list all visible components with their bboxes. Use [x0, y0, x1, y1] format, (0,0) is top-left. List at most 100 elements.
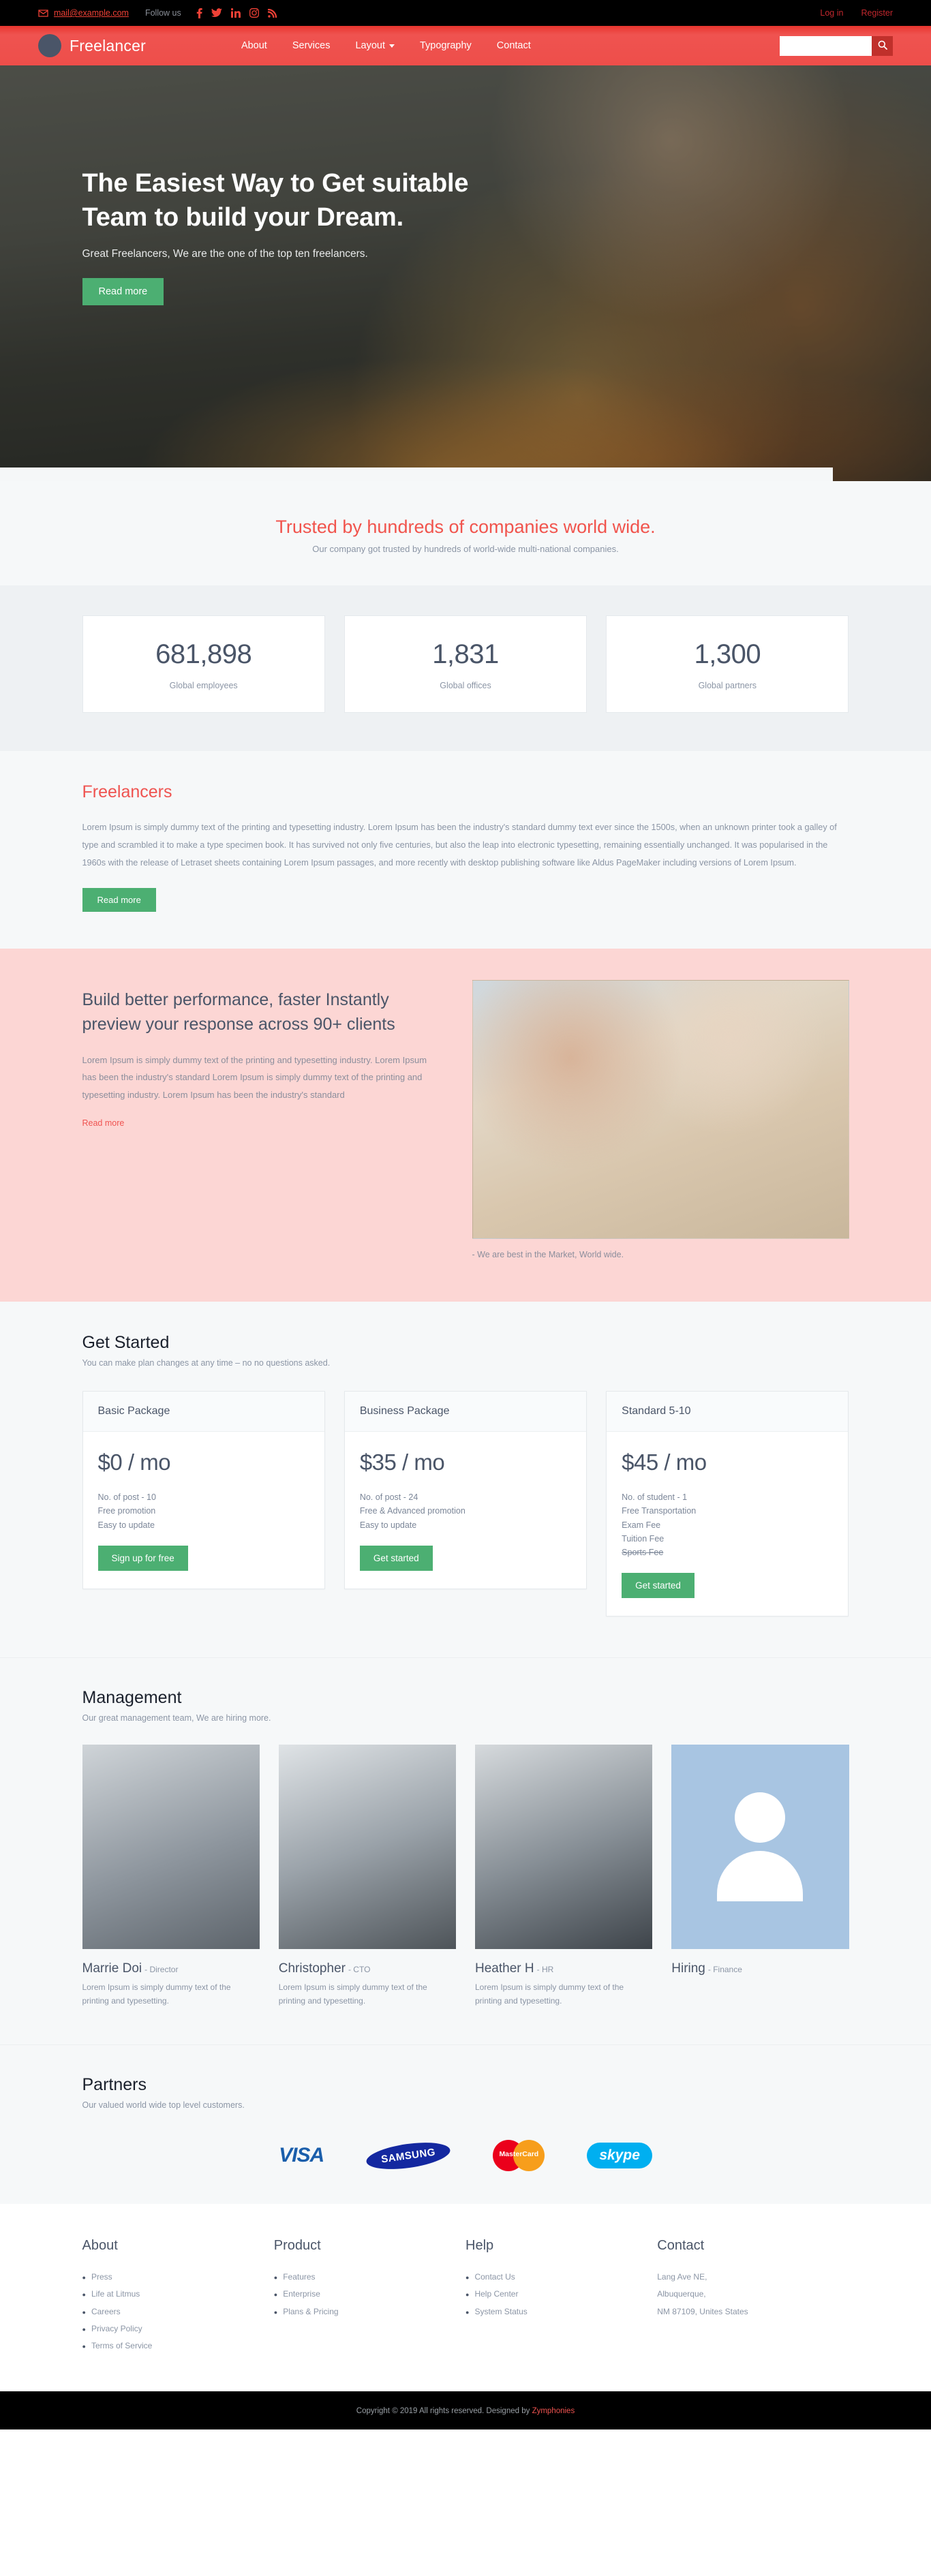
trusted-subtitle: Our company got trusted by hundreds of w…	[312, 544, 619, 554]
search-button[interactable]	[872, 35, 893, 56]
footer-list-item[interactable]: ● System Status	[466, 2303, 657, 2320]
hero-title: The Easiest Way to Get suitable Team to …	[82, 169, 469, 232]
person-icon	[715, 1792, 805, 1902]
address-line: Albuquerque,	[657, 2289, 706, 2299]
footer-list-item[interactable]: ● Enterprise	[274, 2286, 466, 2303]
email-link[interactable]: mail@example.com	[54, 8, 129, 18]
instagram-icon[interactable]	[249, 8, 259, 18]
login-link[interactable]: Log in	[820, 8, 843, 18]
plan-features: No. of student - 1 Free Transportation E…	[622, 1490, 833, 1559]
pricing-card-business: Business Package $35 / mo No. of post - …	[344, 1391, 587, 1589]
team-member-name: Christopher	[278, 1961, 346, 1976]
samsung-logo: SAMSUNG	[365, 2138, 453, 2174]
nav-item-contact[interactable]: Contact	[497, 40, 531, 51]
footer-link[interactable]: Features	[283, 2269, 315, 2286]
footer-link[interactable]: Life at Litmus	[91, 2286, 140, 2303]
plan-feature: Free & Advanced promotion	[359, 1506, 466, 1516]
designer-link[interactable]: Zymphonies	[532, 2407, 575, 2415]
footer-list-item[interactable]: ● Plans & Pricing	[274, 2303, 466, 2320]
footer-list-item[interactable]: ● Features	[274, 2269, 466, 2286]
team-member-desc: Lorem Ipsum is simply dummy text of the …	[475, 1982, 624, 2006]
footer-list-item[interactable]: ● Terms of Service	[82, 2337, 274, 2355]
team-member: Marrie Doi - Director Lorem Ipsum is simp…	[82, 1745, 260, 2008]
plan-feature: Tuition Fee	[622, 1533, 665, 1544]
footer-link[interactable]: Enterprise	[283, 2286, 320, 2303]
nav-item-services[interactable]: Services	[292, 40, 331, 51]
footer-link[interactable]: Plans & Pricing	[283, 2303, 338, 2320]
team-member-photo	[475, 1745, 653, 1950]
plan-name: Business Package	[344, 1392, 587, 1432]
performance-read-more-link[interactable]: Read more	[82, 1118, 125, 1128]
bullet-icon: ●	[82, 2325, 86, 2333]
search-icon	[878, 40, 887, 52]
footer-link[interactable]: Contact Us	[474, 2269, 515, 2286]
footer-list-item[interactable]: ● Life at Litmus	[82, 2286, 274, 2303]
address-line: NM 87109, Unites States	[657, 2306, 748, 2316]
nav-label: Contact	[496, 40, 531, 51]
linkedin-icon[interactable]	[230, 8, 241, 18]
footer-link[interactable]: Careers	[91, 2303, 121, 2320]
plan-feature: Easy to update	[97, 1520, 155, 1530]
search-input[interactable]	[780, 35, 872, 56]
footer-list-item[interactable]: ● Careers	[82, 2303, 274, 2320]
footer-column-title: Product	[273, 2238, 321, 2254]
footer-link[interactable]: Terms of Service	[91, 2337, 152, 2355]
pricing-subtitle: You can make plan changes at any time – …	[82, 1358, 331, 1368]
footer-column-about: About ● Press ● Life at Litmus ● Careers ● P…	[82, 2238, 274, 2355]
team-member-role: - Finance	[707, 1965, 742, 1975]
stat-card: 681,898 Global employees	[82, 615, 325, 713]
team-member-name: Hiring	[671, 1961, 705, 1976]
team-member-name: Marrie Doi	[82, 1961, 142, 1976]
twitter-icon[interactable]	[211, 8, 222, 18]
search-form	[780, 35, 893, 56]
stat-card: 1,831 Global offices	[344, 615, 587, 713]
plan-cta-button[interactable]: Get started	[359, 1545, 433, 1571]
nav-item-about[interactable]: About	[241, 40, 267, 51]
footer-list-item[interactable]: ● Help Center	[466, 2286, 657, 2303]
footer-column-title: About	[82, 2238, 118, 2254]
plan-features: No. of post - 24 Free & Advanced promoti…	[360, 1490, 571, 1532]
plan-name: Standard 5-10	[607, 1392, 849, 1432]
nav-item-layout[interactable]: Layout	[355, 40, 395, 51]
footer-list-item[interactable]: ● Privacy Policy	[82, 2320, 274, 2337]
rss-icon[interactable]	[267, 8, 277, 18]
hero-read-more-button[interactable]: Read more	[82, 278, 164, 306]
stat-value: 1,831	[432, 639, 499, 669]
management-section: Management Our great management team, We…	[0, 1657, 931, 2045]
pricing-title: Get Started	[82, 1333, 170, 1353]
performance-title: Build better performance, faster Instant…	[82, 990, 395, 1034]
plan-feature: No. of post - 24	[359, 1492, 418, 1503]
footer-link[interactable]: Privacy Policy	[91, 2320, 142, 2337]
facebook-icon[interactable]	[196, 7, 202, 18]
plan-cta-button[interactable]: Get started	[622, 1573, 695, 1599]
plan-feature: Free Transportation	[622, 1506, 697, 1516]
team-member: Christopher - CTO Lorem Ipsum is simply d…	[278, 1745, 456, 2008]
plan-price: $0 / mo	[97, 1450, 171, 1475]
pricing-section: Get Started You can make plan changes at…	[0, 1302, 931, 1658]
top-utility-bar: mail@example.com Follow us Log in Regist…	[0, 0, 931, 26]
plan-feature: Easy to update	[359, 1520, 417, 1530]
footer-list-item[interactable]: ● Press	[82, 2269, 274, 2286]
footer-column-product: Product ● Features ● Enterprise ● Plans & P…	[274, 2238, 466, 2355]
footer-column-title: Help	[466, 2238, 494, 2254]
nav-item-typography[interactable]: Typography	[420, 40, 472, 51]
management-subtitle: Our great management team, We are hiring…	[82, 1713, 271, 1723]
hero-bottom-strip	[0, 467, 833, 481]
register-link[interactable]: Register	[861, 8, 893, 18]
team-member-photo	[278, 1745, 456, 1950]
footer-link[interactable]: Press	[91, 2269, 112, 2286]
bullet-icon: ●	[82, 2308, 86, 2316]
footer-link[interactable]: Help Center	[474, 2286, 518, 2303]
freelancers-read-more-button[interactable]: Read more	[82, 888, 156, 913]
brand[interactable]: Freelancer	[38, 34, 146, 57]
footer-link[interactable]: System Status	[474, 2303, 527, 2320]
bullet-icon: ●	[82, 2274, 86, 2282]
management-title: Management	[82, 1688, 182, 1708]
plan-feature: No. of post - 10	[97, 1492, 156, 1503]
plan-price: $45 / mo	[622, 1450, 707, 1475]
stat-label: Global offices	[440, 681, 491, 690]
plan-cta-button[interactable]: Sign up for free	[97, 1545, 188, 1571]
footer-list-item[interactable]: ● Contact Us	[466, 2269, 657, 2286]
partners-title: Partners	[82, 2075, 147, 2095]
chevron-down-icon	[389, 44, 395, 48]
